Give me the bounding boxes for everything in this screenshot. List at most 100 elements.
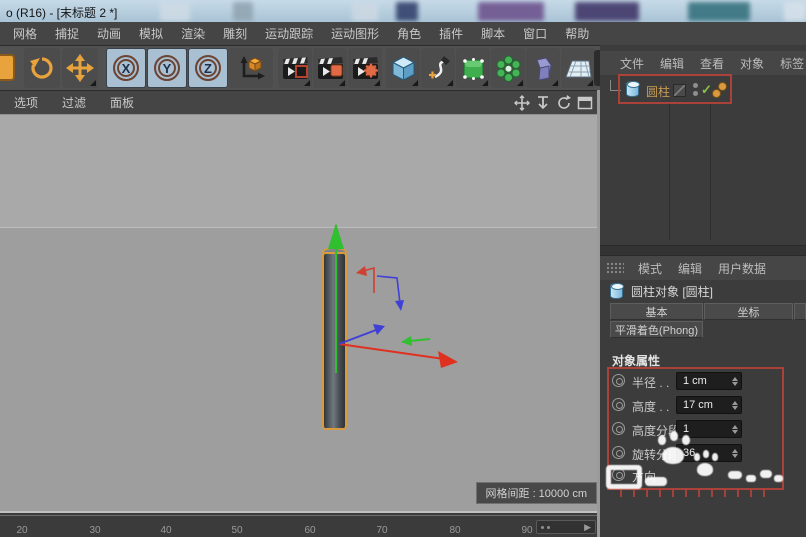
background-window-thumbnail — [160, 2, 190, 21]
window-title: o (R16) - [末标题 2 *] — [6, 6, 118, 20]
attribute-title-label: 圆柱对象 [圆柱] — [631, 284, 714, 299]
am-menu-item[interactable]: 编辑 — [670, 260, 710, 277]
om-column-divider — [710, 104, 711, 240]
coordinate-system-icon — [240, 56, 265, 80]
floor-icon — [565, 60, 592, 77]
plane-handle-red — [356, 266, 367, 276]
spline-pen-button[interactable] — [421, 48, 455, 88]
tab-coordinates-label: 坐标 — [737, 306, 760, 319]
lock-z-axis-button[interactable]: Z — [188, 48, 228, 88]
attribute-object-title: 圆柱对象 [圆柱] — [600, 279, 806, 303]
move-tool-button[interactable] — [62, 48, 98, 88]
tab-basic[interactable]: 基本 — [610, 303, 703, 320]
undo-icon[interactable] — [0, 54, 15, 81]
om-menu-item[interactable]: 查看 — [692, 55, 732, 72]
menu-item[interactable]: 雕刻 — [214, 25, 256, 42]
lock-x-label: X — [121, 60, 131, 76]
menu-item[interactable]: 捕捉 — [46, 25, 88, 42]
render-settings-gear-icon — [353, 57, 378, 79]
cylinder-object-icon — [610, 283, 624, 299]
lock-y-label: Y — [162, 60, 172, 76]
tab-clipped[interactable] — [794, 303, 806, 320]
deformer-icon — [535, 56, 552, 81]
toolbar: X Y Z — [0, 46, 600, 90]
background-window-thumbnail — [784, 2, 806, 21]
menu-item[interactable]: 网格 — [4, 25, 46, 42]
timeline-tick: 60 — [304, 525, 316, 536]
primitive-cube-button[interactable] — [386, 48, 420, 88]
om-menu-item[interactable]: 对象 — [732, 55, 772, 72]
zoom-view-icon[interactable] — [534, 94, 552, 112]
tab-coordinates[interactable]: 坐标 — [704, 303, 793, 320]
om-menu-item[interactable]: 编辑 — [652, 55, 692, 72]
panel-divider[interactable] — [600, 245, 806, 256]
timeline-range-slider[interactable]: ▶ — [536, 520, 596, 534]
object-manager-menubar: 文件 编辑 查看 对象 标签 — [600, 51, 806, 75]
menu-item[interactable]: 窗口 — [514, 25, 556, 42]
rotate-tool-button[interactable] — [24, 48, 60, 88]
right-panel: 文件 编辑 查看 对象 标签 圆柱 ✓ 模式 编辑 用户数据 圆柱对象 [圆柱]… — [600, 45, 806, 537]
om-menu-item[interactable]: 文件 — [612, 55, 652, 72]
am-menu-item[interactable]: 模式 — [630, 260, 670, 277]
grid-spacing-label: 网格间距 : 10000 cm — [475, 482, 597, 504]
grip-icon[interactable] — [606, 262, 624, 274]
background-window-thumbnail — [352, 2, 378, 21]
timeline-ruler[interactable]: 20 30 40 50 60 70 80 90 ▶ — [0, 515, 600, 537]
spline-pen-icon — [428, 55, 450, 78]
lock-y-axis-button[interactable]: Y — [147, 48, 187, 88]
attribute-manager-menubar: 模式 编辑 用户数据 — [600, 256, 806, 280]
floor-environment-button[interactable] — [561, 48, 595, 88]
background-window-thumbnail — [396, 2, 418, 21]
am-menu-item[interactable]: 用户数据 — [710, 260, 774, 277]
viewport-3d[interactable]: 网格间距 : 10000 cm — [0, 114, 600, 513]
menu-item[interactable]: 角色 — [388, 25, 430, 42]
cinema4d-window: o (R16) - [末标题 2 *] 网格 捕捉 动画 模拟 渲染 雕刻 运动… — [0, 0, 806, 537]
om-column-divider — [669, 104, 670, 240]
pan-view-icon[interactable] — [513, 94, 531, 112]
menu-item[interactable]: 插件 — [430, 25, 472, 42]
timeline-tick: 90 — [521, 525, 533, 536]
tab-phong-label: 平滑着色(Phong) — [614, 324, 699, 337]
menu-item[interactable]: 脚本 — [472, 25, 514, 42]
plane-handle-green — [401, 336, 412, 346]
coordinate-system-button[interactable] — [229, 48, 273, 88]
edit-render-settings-button[interactable] — [348, 48, 382, 88]
tab-phong[interactable]: 平滑着色(Phong) — [610, 321, 703, 338]
timeline-tick: 50 — [231, 525, 243, 536]
timeline-tick: 70 — [376, 525, 388, 536]
menu-item[interactable]: 渲染 — [172, 25, 214, 42]
render-view-button[interactable] — [278, 48, 312, 88]
viewport-menu-item[interactable]: 面板 — [98, 94, 146, 111]
viewport-menu-item[interactable]: 选项 — [2, 94, 50, 111]
om-menu-item[interactable]: 标签 — [772, 55, 806, 72]
subdivision-surface-button[interactable] — [456, 48, 490, 88]
menu-item[interactable]: 运动跟踪 — [256, 25, 322, 42]
lock-z-label: Z — [204, 60, 212, 76]
cube-icon — [391, 55, 415, 81]
viewport-menu-item[interactable]: 过滤 — [50, 94, 98, 111]
render-to-picture-viewer-button[interactable] — [313, 48, 347, 88]
menu-item[interactable]: 运动图形 — [322, 25, 388, 42]
menu-item[interactable]: 动画 — [88, 25, 130, 42]
subdivision-surface-icon — [462, 57, 484, 80]
background-window-thumbnail — [478, 2, 544, 21]
array-generator-icon — [496, 55, 520, 82]
background-window-thumbnail — [688, 2, 750, 21]
titlebar: o (R16) - [末标题 2 *] — [0, 0, 806, 22]
timeline-tick: 80 — [449, 525, 461, 536]
menu-item[interactable]: 帮助 — [556, 25, 598, 42]
timeline-tick: 30 — [89, 525, 101, 536]
rotate-view-icon[interactable] — [555, 94, 573, 112]
move-gizmo[interactable] — [0, 115, 600, 513]
array-generator-button[interactable] — [491, 48, 525, 88]
move-icon — [66, 54, 94, 82]
lock-x-axis-button[interactable]: X — [106, 48, 146, 88]
menu-item[interactable]: 模拟 — [130, 25, 172, 42]
toggle-view-icon[interactable] — [576, 94, 594, 112]
deformer-button[interactable] — [526, 48, 560, 88]
y-axis-arrow — [328, 223, 344, 249]
tab-basic-label: 基本 — [645, 306, 668, 319]
chevron-right-icon: ▶ — [584, 521, 591, 532]
annotation-ticks — [620, 490, 772, 497]
x-axis-arrow — [438, 351, 458, 368]
